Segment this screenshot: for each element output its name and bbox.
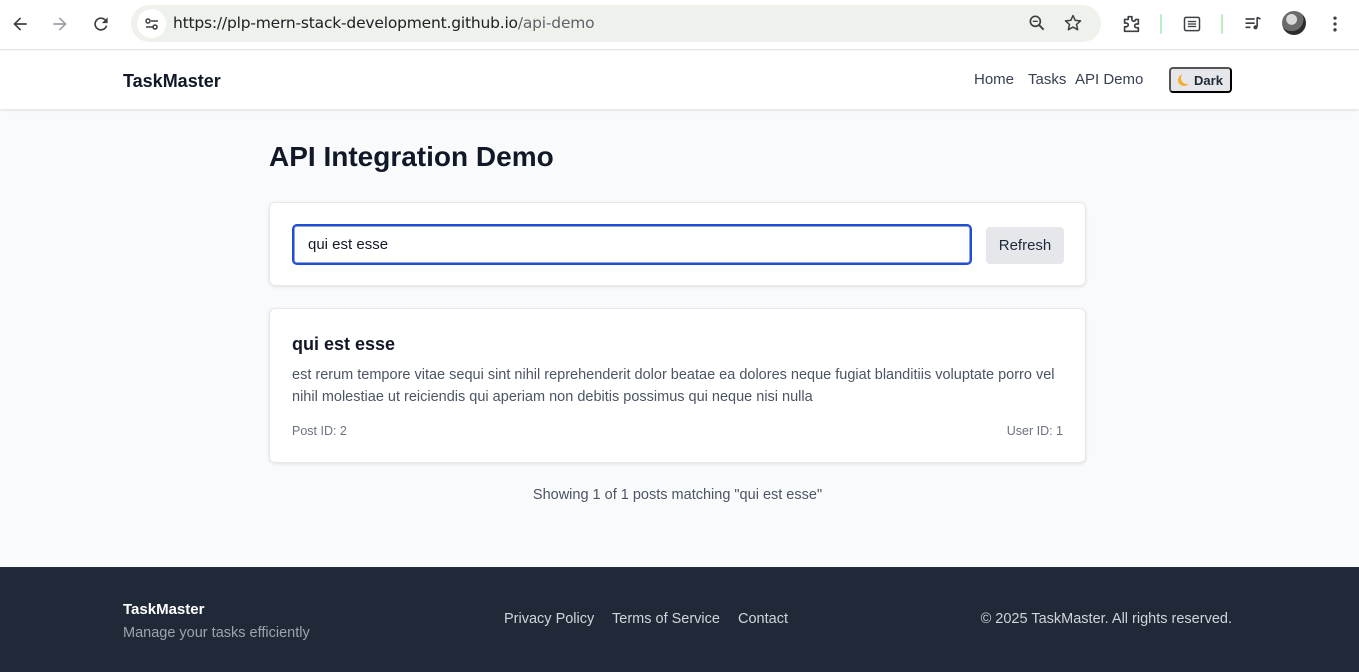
page-title: API Integration Demo (269, 141, 554, 172)
refresh-button[interactable]: Refresh (986, 227, 1064, 264)
toolbar-divider (1221, 14, 1223, 34)
toolbar-divider (1160, 14, 1162, 34)
search-input[interactable] (292, 224, 972, 265)
nav-tasks[interactable]: Tasks (1028, 71, 1066, 88)
more-menu-icon[interactable] (1323, 12, 1347, 36)
theme-toggle-label: Dark (1194, 72, 1223, 88)
back-arrow-icon[interactable] (5, 9, 35, 39)
footer: TaskMaster Manage your tasks efficiently… (0, 567, 1359, 672)
search-card: Refresh (269, 202, 1086, 286)
brand-logo[interactable]: TaskMaster (123, 71, 221, 92)
post-id: Post ID: 2 (292, 424, 347, 438)
address-bar[interactable]: https://plp-mern-stack-development.githu… (131, 5, 1101, 42)
nav-api-demo[interactable]: API Demo (1075, 71, 1143, 88)
star-icon[interactable] (1063, 13, 1083, 38)
zoom-icon[interactable] (1027, 13, 1047, 38)
post-body: est rerum tempore vitae sequi sint nihil… (292, 367, 1055, 405)
media-control-icon[interactable] (1241, 12, 1265, 36)
footer-tagline: Manage your tasks efficiently (123, 625, 310, 641)
url-text[interactable]: https://plp-mern-stack-development.githu… (173, 14, 595, 32)
extensions-icon[interactable] (1119, 12, 1143, 36)
profile-avatar[interactable] (1282, 11, 1306, 35)
site-info-icon[interactable] (137, 9, 166, 38)
post-user-id: User ID: 1 (1006, 424, 1063, 438)
nav-home[interactable]: Home (974, 71, 1014, 88)
post-card: qui est esse est rerum tempore vitae seq… (269, 308, 1086, 463)
theme-toggle-button[interactable]: Dark (1169, 67, 1232, 93)
url-host: https://plp-mern-stack-development.githu… (173, 14, 518, 32)
reload-icon[interactable] (86, 9, 116, 39)
moon-icon (1181, 72, 1193, 84)
reading-list-icon[interactable] (1180, 12, 1204, 36)
footer-brand: TaskMaster (123, 601, 205, 618)
results-summary: Showing 1 of 1 posts matching "qui est e… (532, 487, 823, 503)
browser-toolbar: https://plp-mern-stack-development.githu… (0, 0, 1359, 50)
footer-link-privacy[interactable]: Privacy Policy (504, 611, 594, 627)
app-header: TaskMaster Home Tasks API Demo Dark (0, 51, 1359, 109)
forward-arrow-icon[interactable] (45, 9, 75, 39)
footer-link-contact[interactable]: Contact (738, 611, 788, 627)
footer-link-terms[interactable]: Terms of Service (612, 611, 720, 627)
copyright-text: © 2025 TaskMaster. All rights reserved. (980, 611, 1232, 627)
url-path: /api-demo (517, 14, 595, 32)
post-title: qui est esse (292, 334, 396, 354)
